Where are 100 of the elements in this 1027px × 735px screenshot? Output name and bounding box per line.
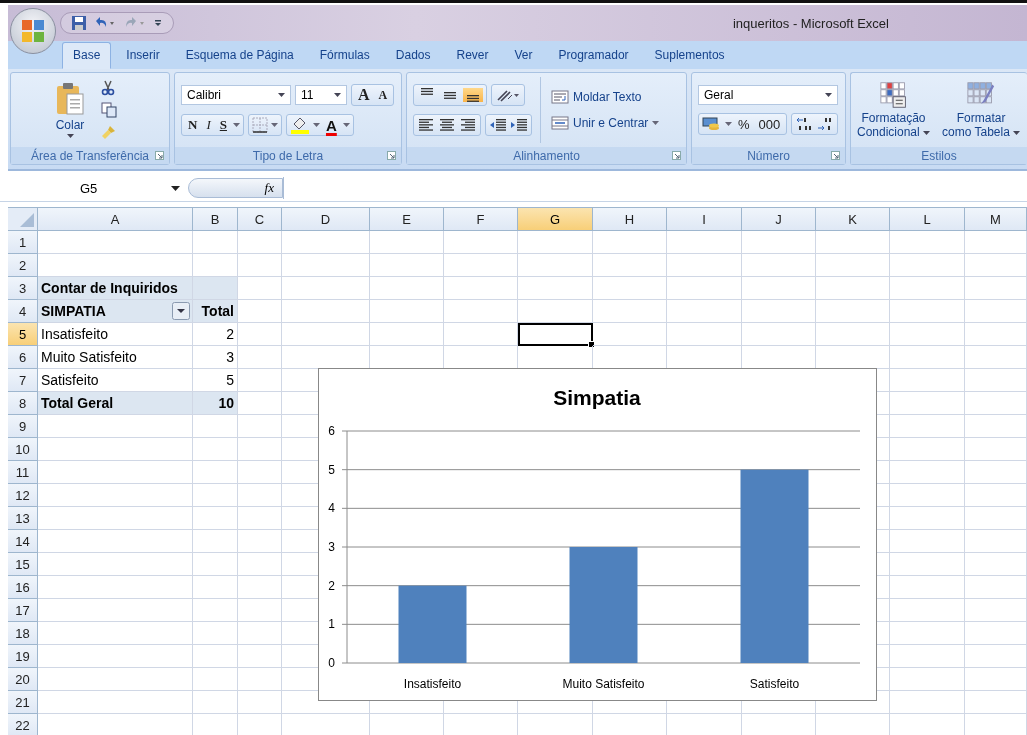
row-header[interactable]: 7 — [8, 369, 38, 392]
ribbon-tab[interactable]: Ver — [503, 42, 544, 69]
row-header[interactable]: 18 — [8, 622, 38, 645]
align-text-icon[interactable] — [417, 118, 435, 132]
style-button[interactable]: Formatação Condicional — [855, 81, 933, 139]
ribbon-tab[interactable]: Inserir — [115, 42, 171, 69]
shrink-font-button[interactable]: A — [375, 87, 391, 103]
column-header[interactable]: F — [444, 208, 518, 231]
table-cell — [238, 231, 282, 254]
row-header[interactable]: 21 — [8, 691, 38, 714]
name-box[interactable]: G5 — [8, 177, 188, 199]
row-header[interactable]: 6 — [8, 346, 38, 369]
dialog-launcher-icon[interactable] — [672, 151, 681, 160]
insert-function-button[interactable]: fx — [188, 178, 283, 198]
column-header[interactable]: I — [667, 208, 742, 231]
ribbon-tab[interactable]: Base — [62, 42, 112, 69]
number-format-field[interactable]: Geral — [698, 85, 838, 105]
row-header[interactable]: 17 — [8, 599, 38, 622]
row-header[interactable]: 4 — [8, 300, 38, 323]
currency-icon[interactable] — [702, 116, 722, 132]
ribbon-tab[interactable]: Suplementos — [643, 42, 736, 69]
row-header[interactable]: 1 — [8, 231, 38, 254]
column-header[interactable]: L — [890, 208, 965, 231]
filter-dropdown-icon[interactable] — [172, 302, 190, 320]
category-label: Muito Satisfeito — [562, 677, 645, 691]
increase-decimal-icon[interactable] — [795, 116, 814, 132]
axis-label: 4 — [328, 501, 335, 516]
font-name-field[interactable]: Calibri — [181, 85, 291, 105]
paste-button[interactable]: Colar — [47, 80, 93, 140]
wrap-text-button[interactable]: Moldar Texto — [549, 88, 662, 106]
italic-button[interactable]: I — [203, 117, 214, 133]
table-cell — [965, 622, 1027, 645]
borders-icon[interactable] — [251, 117, 268, 133]
column-header[interactable]: H — [593, 208, 667, 231]
merge-center-button[interactable]: Unir e Centrar — [549, 114, 662, 132]
row-header[interactable]: 3 — [8, 277, 38, 300]
table-cell — [193, 231, 238, 254]
column-header[interactable]: C — [238, 208, 282, 231]
column-header[interactable]: E — [370, 208, 444, 231]
caret-icon[interactable] — [232, 123, 240, 127]
row-header[interactable]: 12 — [8, 484, 38, 507]
row-header[interactable]: 8 — [8, 392, 38, 415]
text-orientation-icon[interactable] — [495, 87, 521, 103]
caret-icon[interactable] — [270, 123, 278, 127]
save-icon[interactable] — [71, 15, 87, 31]
caret-icon[interactable] — [342, 123, 350, 127]
column-header[interactable]: D — [282, 208, 370, 231]
vertical-align-button[interactable] — [463, 88, 483, 102]
decrease-indent-icon[interactable] — [489, 118, 507, 132]
row-header[interactable]: 20 — [8, 668, 38, 691]
row-header[interactable]: 9 — [8, 415, 38, 438]
font-size-field[interactable]: 11 — [295, 85, 347, 105]
group-label: Área de Transferência — [30, 148, 150, 163]
axis-label: 2 — [328, 578, 335, 593]
align-text-icon[interactable] — [438, 118, 456, 132]
caret-icon — [652, 121, 660, 125]
dialog-launcher-icon[interactable] — [155, 151, 164, 160]
fill-color-icon[interactable] — [289, 116, 310, 134]
ribbon-tab[interactable]: Dados — [384, 42, 442, 69]
caret-icon[interactable] — [725, 122, 732, 126]
table-cell — [965, 392, 1027, 415]
percent-button[interactable]: % — [735, 116, 753, 132]
row-header[interactable]: 11 — [8, 461, 38, 484]
ribbon-tab[interactable]: Fórmulas — [308, 42, 381, 69]
table-cell — [193, 553, 238, 576]
bold-button[interactable]: N — [185, 117, 201, 133]
increase-indent-icon[interactable] — [510, 118, 528, 132]
column-header[interactable]: G — [518, 208, 593, 231]
row-header[interactable]: 13 — [8, 507, 38, 530]
row-header[interactable]: 22 — [8, 714, 38, 735]
row-header[interactable]: 2 — [8, 254, 38, 277]
column-header[interactable]: B — [193, 208, 238, 231]
row-header[interactable]: 16 — [8, 576, 38, 599]
scissors-icon[interactable] — [101, 80, 115, 96]
column-header[interactable]: J — [742, 208, 816, 231]
grow-font-button[interactable]: A — [355, 86, 373, 104]
row-header[interactable]: 19 — [8, 645, 38, 668]
row-header[interactable]: 10 — [8, 438, 38, 461]
thousands-button[interactable]: 000 — [755, 116, 784, 132]
column-header[interactable]: K — [816, 208, 890, 231]
align-text-icon[interactable] — [459, 118, 477, 132]
dialog-launcher-icon[interactable] — [831, 151, 840, 160]
column-header[interactable]: A — [38, 208, 193, 231]
fill-handle[interactable] — [588, 341, 595, 348]
dialog-launcher-icon[interactable] — [387, 151, 396, 160]
style-button[interactable]: Formatar como Tabela — [940, 81, 1023, 139]
column-header[interactable]: M — [965, 208, 1027, 231]
ribbon-tab[interactable]: Esquema de Página — [174, 42, 305, 69]
row-header[interactable]: 5 — [8, 323, 38, 346]
row-header[interactable]: 15 — [8, 553, 38, 576]
table-cell — [238, 300, 282, 323]
office-button[interactable] — [10, 8, 56, 54]
ribbon-tab[interactable]: Rever — [445, 42, 500, 69]
underline-button[interactable]: S — [216, 117, 230, 133]
caret-icon[interactable] — [312, 123, 320, 127]
table-cell — [238, 277, 282, 300]
row-header[interactable]: 14 — [8, 530, 38, 553]
copy-icon[interactable] — [101, 102, 117, 118]
conditional-format-icon — [878, 81, 909, 109]
ribbon-tab[interactable]: Programador — [547, 42, 640, 69]
